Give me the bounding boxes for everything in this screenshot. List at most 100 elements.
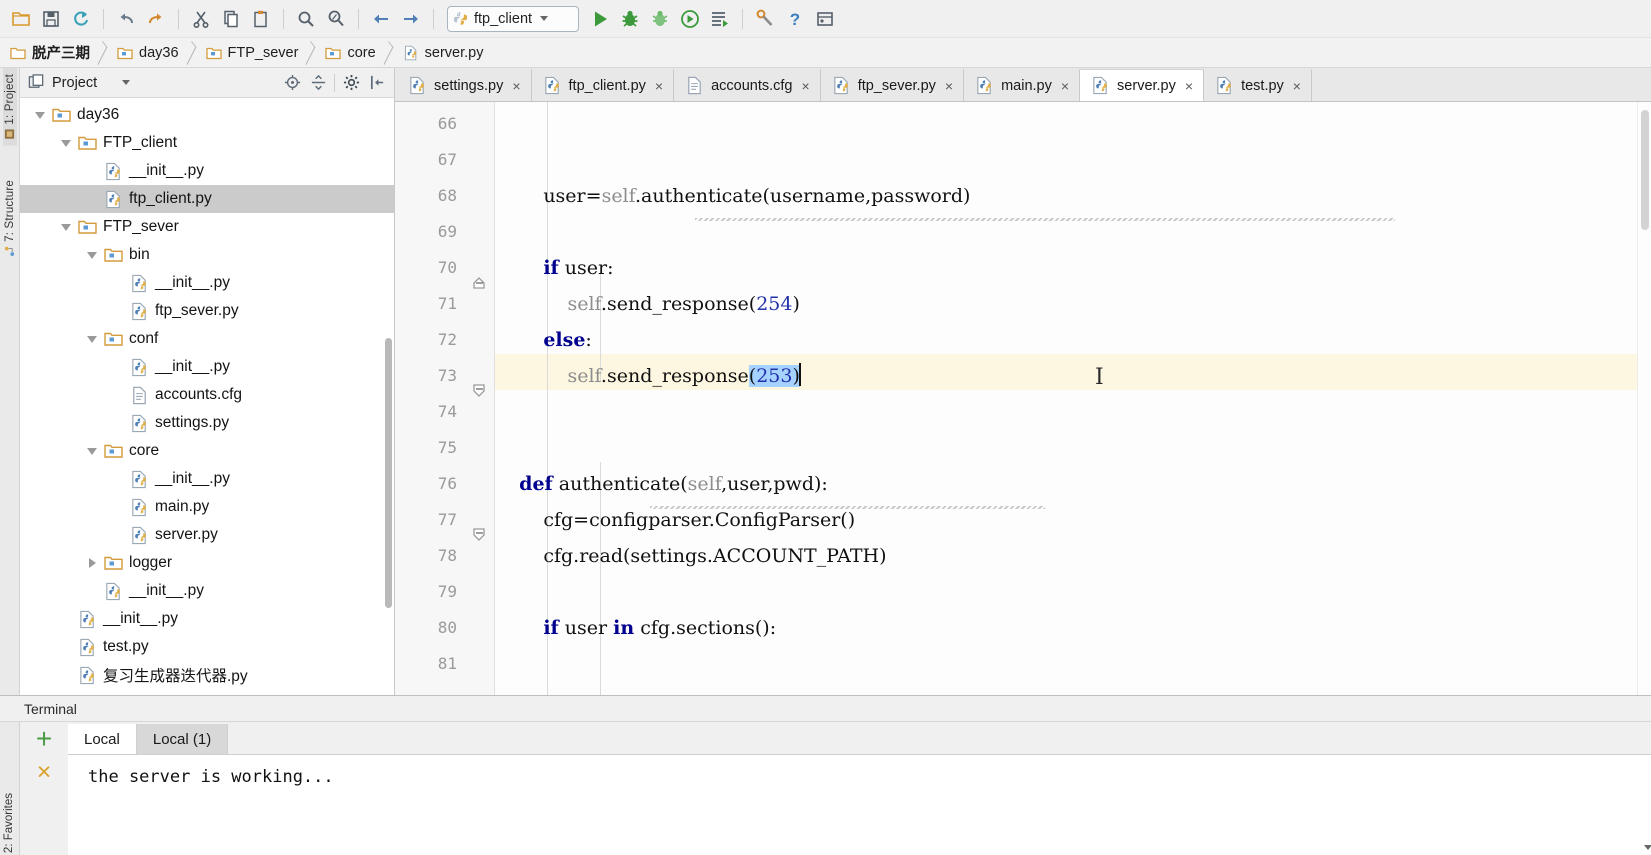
project-panel-title[interactable]: Project — [28, 74, 131, 91]
editor-tab[interactable]: server.py × — [1080, 69, 1205, 101]
tree-twisty[interactable] — [56, 223, 76, 231]
project-tree[interactable]: day36 FTP_client __init__.py ftp_client.py F… — [20, 98, 394, 695]
tree-item[interactable]: ftp_sever.py — [20, 297, 394, 325]
run-with-console-icon[interactable] — [705, 4, 735, 34]
tree-item[interactable]: __init__.py — [20, 269, 394, 297]
terminal-tab[interactable]: Local (1) — [136, 724, 229, 754]
close-tab-icon[interactable]: × — [1061, 78, 1069, 94]
save-all-icon[interactable] — [36, 4, 66, 34]
breadcrumb-item-2[interactable]: FTP_sever — [202, 38, 301, 67]
tree-item[interactable]: bin — [20, 241, 394, 269]
hide-panel-icon[interactable] — [364, 70, 390, 96]
sync-refresh-icon[interactable] — [66, 4, 96, 34]
close-terminal-tab-icon[interactable]: × — [37, 760, 52, 785]
debug-icon[interactable] — [615, 4, 645, 34]
chevron-down-icon[interactable] — [122, 80, 131, 85]
tree-item[interactable]: ftp_client.py — [20, 185, 394, 213]
breadcrumb-item-0[interactable]: 脱产三期 — [6, 38, 92, 67]
tree-item[interactable]: main.py — [20, 493, 394, 521]
scrollbar-thumb[interactable] — [1641, 110, 1649, 230]
cut-icon[interactable] — [186, 4, 216, 34]
code-line[interactable]: cfg.read(settings.ACCOUNT_PATH) — [495, 538, 886, 574]
coverage-icon[interactable] — [645, 4, 675, 34]
sidebar-item-favorites[interactable]: 2: Favorites — [3, 793, 15, 853]
copy-icon[interactable] — [216, 4, 246, 34]
code-line[interactable]: self.send_response(254) — [495, 286, 799, 322]
settings-wrench-icon[interactable] — [750, 4, 780, 34]
code-area[interactable]: I user=self.authenticate(username,passwo… — [495, 102, 1637, 695]
sidebar-item-structure[interactable]: 7: Structure — [3, 174, 17, 263]
editor-tab[interactable]: main.py × — [964, 69, 1081, 101]
editor-tab[interactable]: accounts.cfg × — [674, 69, 821, 101]
find-icon[interactable] — [291, 4, 321, 34]
tree-item[interactable]: __init__.py — [20, 605, 394, 633]
run-configuration-selector[interactable]: ftp_client — [447, 5, 579, 32]
gear-settings-icon[interactable] — [338, 70, 1651, 850]
editor-scrollbar[interactable] — [1637, 102, 1651, 695]
tree-item[interactable]: logger — [20, 549, 394, 577]
code-line[interactable]: user=self.authenticate(username,password… — [495, 178, 970, 214]
code-line[interactable]: if user: — [495, 250, 613, 286]
tree-item[interactable]: server.py — [20, 521, 394, 549]
tree-twisty[interactable] — [82, 251, 102, 259]
code-line[interactable]: else: — [495, 322, 592, 358]
breadcrumb-item-3[interactable]: core — [321, 38, 377, 67]
close-tab-icon[interactable]: × — [512, 78, 520, 94]
tree-twisty[interactable] — [82, 447, 102, 455]
tree-item[interactable]: FTP_client — [20, 129, 394, 157]
editor-tab[interactable]: ftp_sever.py × — [820, 69, 965, 101]
tree-twisty[interactable] — [82, 335, 102, 343]
breadcrumb-item-4[interactable]: server.py — [399, 38, 486, 67]
close-tab-icon[interactable]: × — [1185, 78, 1193, 94]
close-tab-icon[interactable]: × — [655, 78, 663, 94]
replace-icon[interactable] — [321, 4, 351, 34]
tree-twisty[interactable] — [82, 558, 102, 568]
code-line[interactable]: cfg=configparser.ConfigParser() — [495, 502, 855, 538]
tree-twisty[interactable] — [56, 139, 76, 147]
tree-item[interactable]: test.py — [20, 633, 394, 661]
tree-item[interactable]: day36 — [20, 101, 394, 129]
tree-item[interactable]: __init__.py — [20, 577, 394, 605]
editor-tab[interactable]: test.py × — [1204, 69, 1312, 101]
forward-icon[interactable] — [396, 4, 426, 34]
editor-tab[interactable]: ftp_client.py × — [531, 69, 675, 101]
help-icon[interactable]: ? — [780, 4, 810, 34]
tree-item[interactable]: __init__.py — [20, 353, 394, 381]
chevron-down-icon[interactable] — [540, 16, 549, 21]
tree-item[interactable]: accounts.cfg — [20, 381, 394, 409]
tree-item[interactable]: __init__.py — [20, 157, 394, 185]
code-line[interactable]: if user in cfg.sections(): — [495, 610, 776, 646]
back-icon[interactable] — [366, 4, 396, 34]
tree-twisty[interactable] — [30, 111, 50, 119]
tree-item[interactable]: __init__.py — [20, 465, 394, 493]
target-locate-icon[interactable] — [279, 70, 305, 96]
run-icon[interactable] — [585, 4, 615, 34]
close-tab-icon[interactable]: × — [1293, 78, 1301, 94]
vcs-update-icon[interactable] — [810, 4, 840, 34]
sidebar-item-project[interactable]: 1: Project — [2, 68, 17, 146]
open-folder-icon[interactable] — [6, 4, 36, 34]
terminal-tab[interactable]: Local — [68, 724, 137, 754]
tree-item[interactable]: settings.py — [20, 409, 394, 437]
tree-item[interactable]: FTP_sever — [20, 213, 394, 241]
fold-markers[interactable] — [468, 102, 494, 695]
code-line[interactable]: self.send_response(253) — [495, 358, 801, 394]
redo-icon[interactable] — [141, 4, 171, 34]
breadcrumb-item-1[interactable]: day36 — [113, 38, 181, 67]
terminal-output[interactable]: the server is working... — [68, 754, 1651, 855]
paste-icon[interactable] — [246, 4, 276, 34]
editor-gutter[interactable]: 66 67 68 69 70 71 72 73 74 75 76 77 78 79 80 81 — [395, 102, 495, 695]
profile-icon[interactable] — [675, 4, 705, 34]
code-line[interactable]: def authenticate(self,user,pwd): — [495, 466, 828, 502]
project-tree-scrollbar[interactable] — [385, 338, 392, 608]
close-tab-icon[interactable]: × — [802, 78, 810, 94]
editor-tab[interactable]: settings.py × — [397, 69, 532, 101]
undo-icon[interactable] — [111, 4, 141, 34]
collapse-all-icon[interactable] — [305, 70, 331, 96]
chevron-down-icon[interactable] — [1644, 845, 1651, 850]
close-tab-icon[interactable]: × — [945, 78, 953, 94]
tree-item[interactable]: conf — [20, 325, 394, 353]
tree-item[interactable]: core — [20, 437, 394, 465]
tree-item[interactable]: 复习生成器迭代器.py — [20, 661, 394, 689]
add-terminal-tab-icon[interactable]: + — [36, 725, 52, 753]
